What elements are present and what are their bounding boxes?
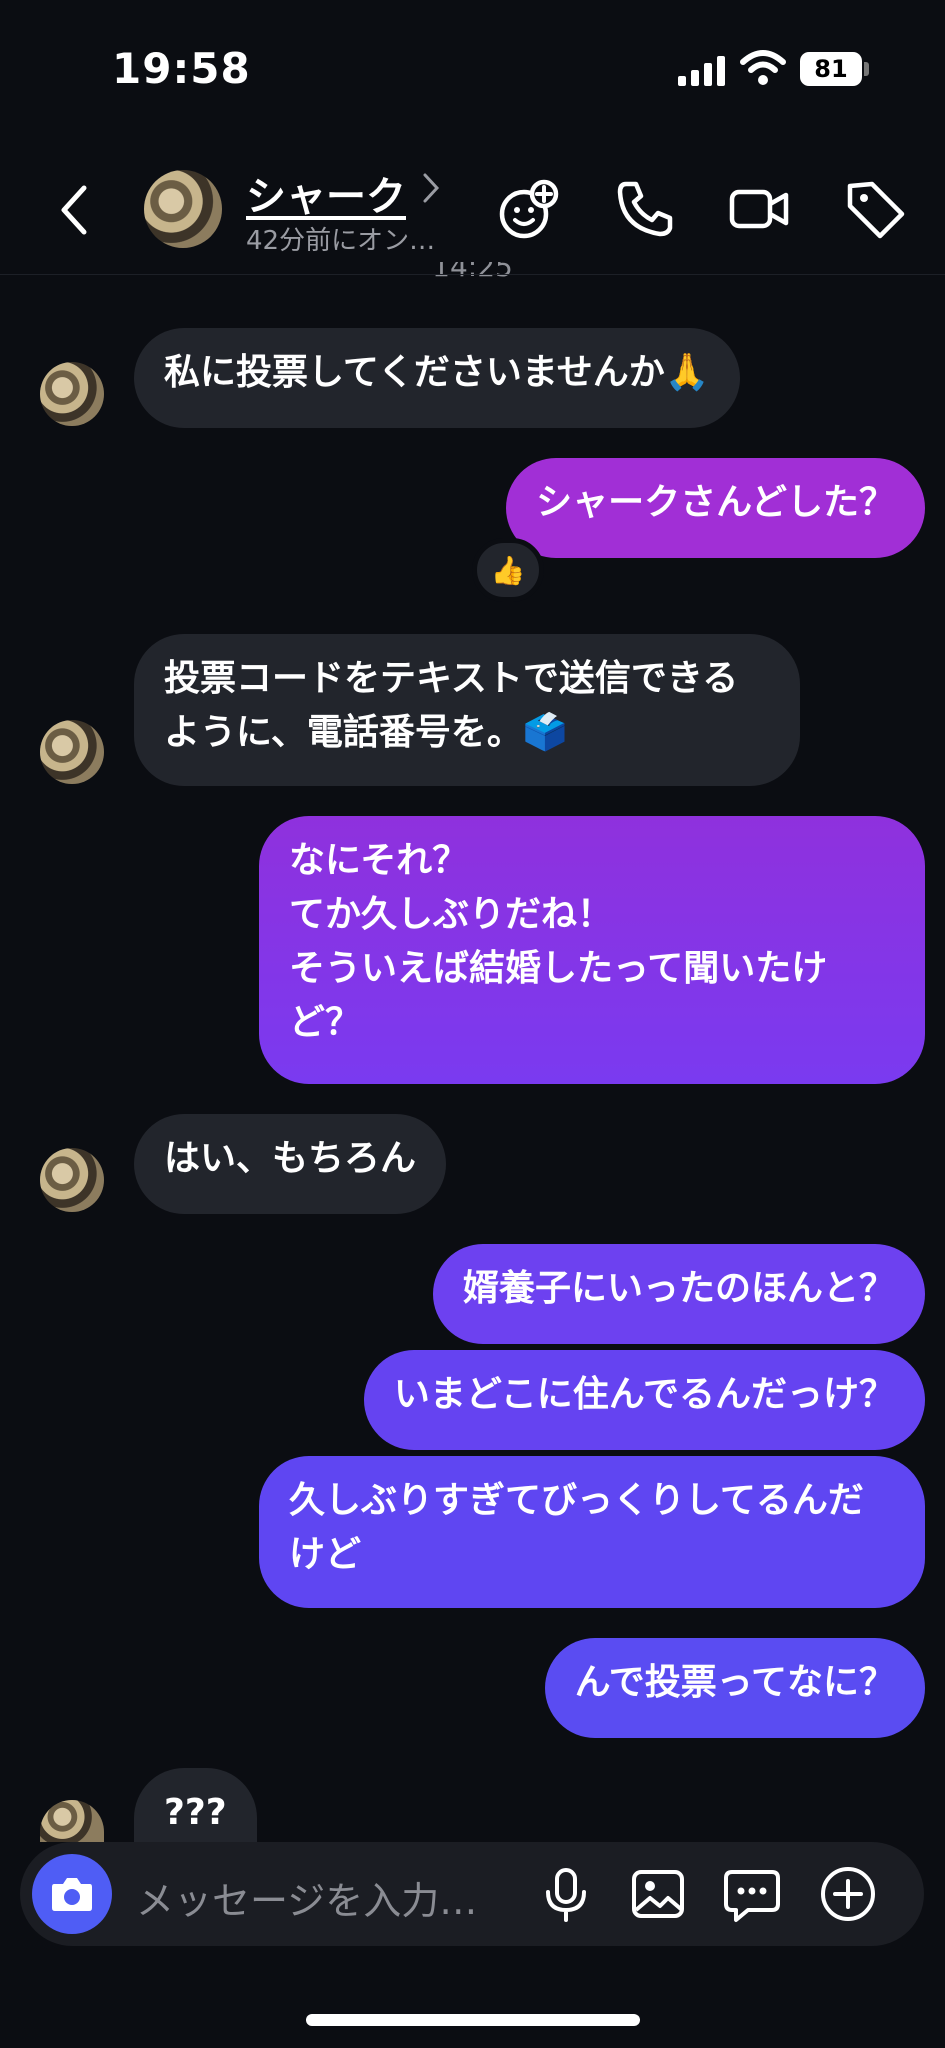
- battery-icon: 81: [800, 52, 862, 86]
- sender-avatar[interactable]: [40, 1148, 104, 1212]
- wifi-icon: [740, 50, 786, 85]
- message-outgoing[interactable]: 久しぶりすぎてびっくりしてるんだけど: [259, 1456, 925, 1608]
- chevron-right-icon[interactable]: [422, 172, 440, 204]
- face-sparkle-icon[interactable]: [496, 176, 562, 242]
- message-incoming[interactable]: はい、もちろん: [134, 1114, 447, 1214]
- message-incoming[interactable]: ???: [134, 1768, 257, 1842]
- message-input[interactable]: メッセージを入力…: [136, 1870, 477, 1925]
- message-incoming[interactable]: 投票コードをテキストで送信できるように、電話番号を。🗳️: [134, 634, 800, 786]
- message-outgoing[interactable]: なにそれ？ てか久しぶりだね！ そういえば結婚したって聞いたけど？: [259, 816, 925, 1084]
- tag-icon[interactable]: [842, 176, 908, 242]
- image-icon[interactable]: [628, 1864, 688, 1924]
- message-outgoing[interactable]: 婿養子にいったのほんと？: [432, 1244, 925, 1344]
- sender-avatar[interactable]: [40, 720, 104, 784]
- message-incoming[interactable]: 私に投票してくださいませんか🙏: [134, 328, 740, 428]
- reaction-badge[interactable]: 👍: [472, 538, 544, 602]
- chevron-left-icon[interactable]: [56, 182, 96, 238]
- microphone-icon[interactable]: [536, 1864, 596, 1924]
- message-timestamp: 14:25: [432, 262, 513, 283]
- plus-circle-icon[interactable]: [818, 1864, 878, 1924]
- status-time: 19:58: [112, 44, 251, 93]
- chat-bubble-icon[interactable]: [722, 1864, 782, 1924]
- contact-status: 42分前にオン…: [246, 226, 436, 256]
- message-outgoing[interactable]: んで投票ってなに？: [544, 1638, 925, 1738]
- camera-button[interactable]: [32, 1854, 112, 1934]
- message-outgoing[interactable]: いまどこに住んでるんだっけ？: [363, 1350, 925, 1450]
- header-divider: [0, 274, 945, 275]
- camera-icon: [52, 1878, 92, 1911]
- sender-avatar[interactable]: [40, 362, 104, 426]
- home-indicator[interactable]: [306, 2014, 640, 2026]
- sender-avatar[interactable]: [40, 1800, 104, 1842]
- contact-name[interactable]: シャーク: [246, 164, 406, 222]
- message-outgoing[interactable]: シャークさんどした？: [506, 458, 925, 558]
- battery-tip: [864, 62, 869, 76]
- phone-icon[interactable]: [612, 176, 678, 242]
- video-camera-icon[interactable]: [726, 176, 792, 242]
- contact-avatar[interactable]: [144, 170, 222, 248]
- cellular-signal-icon: [678, 52, 726, 86]
